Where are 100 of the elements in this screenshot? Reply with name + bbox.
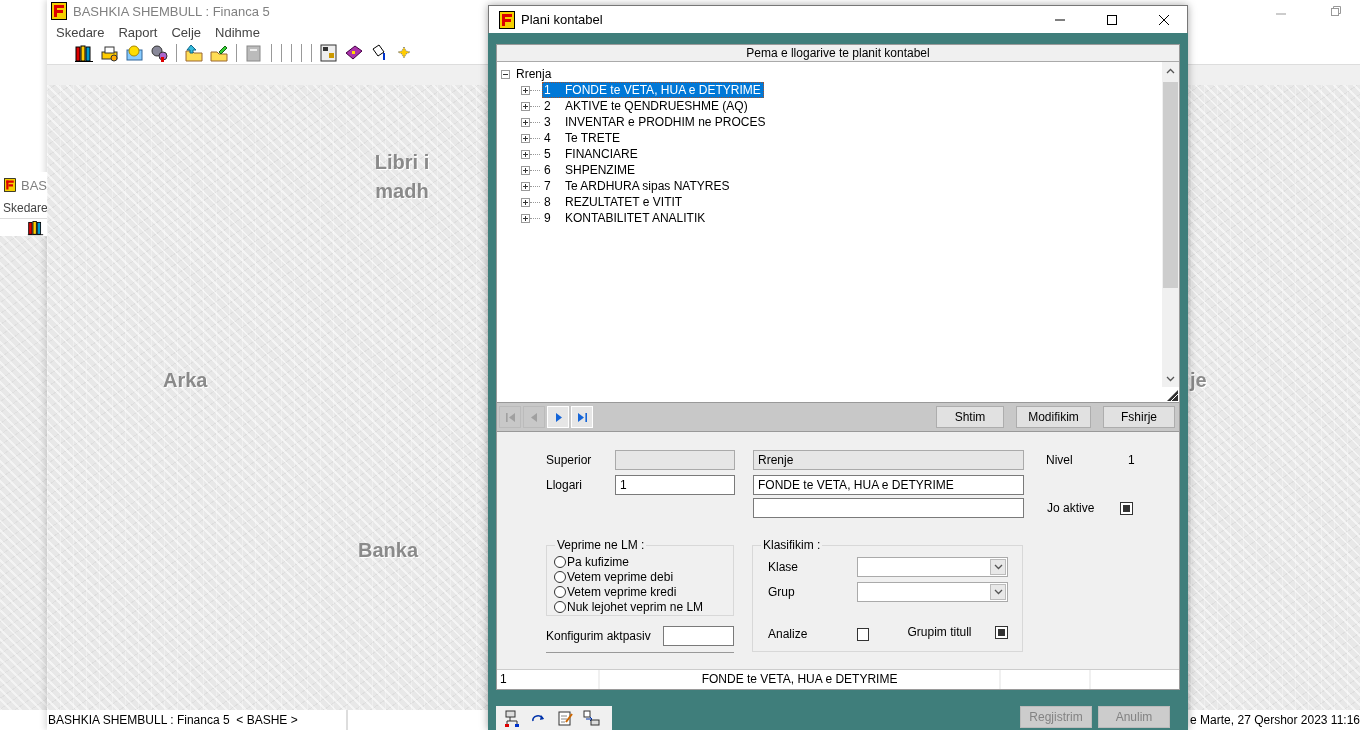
menu-item[interactable]: Ndihme	[208, 24, 267, 40]
chevron-down-icon	[993, 589, 1003, 595]
account-name: SHPENZIME	[565, 163, 635, 177]
app-logo-icon	[4, 176, 16, 194]
radio-button[interactable]	[554, 555, 566, 568]
level-value: 1	[1128, 453, 1135, 467]
field-label: Llogari	[546, 478, 584, 492]
account-code: 6	[544, 163, 552, 177]
account-name: Te TRETE	[565, 131, 621, 145]
account-name: FINANCIARE	[565, 147, 638, 161]
account-code: 7	[544, 179, 552, 193]
menu-item[interactable]: Raport	[111, 24, 165, 40]
radio-button[interactable]	[554, 585, 566, 598]
status-text: FONDE te VETA, HUA e DETYRIME	[599, 670, 1000, 689]
checkbox-label: Jo aktive	[1047, 501, 1096, 515]
network-icon[interactable]	[504, 709, 522, 727]
status-date-time: e Marte, 27 Qershor 2023 11:16	[1190, 713, 1360, 727]
radio-label: Vetem veprime debi	[567, 569, 674, 584]
input-field[interactable]: FONDE te VETA, HUA e DETYRIME	[753, 475, 1024, 495]
resize-grip-icon[interactable]	[1166, 389, 1179, 402]
tree-item[interactable]: 9 KONTABILITET ANALITIK	[542, 210, 709, 226]
account-code: 5	[544, 147, 552, 161]
account-name: FONDE te VETA, HUA e DETYRIME	[565, 83, 761, 97]
transfer-icon[interactable]	[582, 709, 600, 727]
tree-item[interactable]: Rrenja	[516, 67, 552, 81]
chevron-down-icon	[1166, 375, 1175, 382]
tree-item[interactable]: 6 SHPENZIME	[542, 162, 638, 178]
account-name: AKTIVE te QENDRUESHME (AQ)	[565, 99, 748, 113]
action-button[interactable]: Fshirje	[1103, 406, 1175, 428]
group-title: Klasifikim :	[761, 538, 823, 552]
tree-item[interactable]: 3 INVENTAR e PRODHIM ne PROCES	[542, 114, 769, 130]
document-icon[interactable]	[244, 43, 264, 63]
collapse-icon[interactable]	[501, 69, 510, 79]
input-field[interactable]	[615, 450, 735, 470]
field-label: Superior	[546, 453, 593, 467]
account-code: 1	[544, 83, 552, 97]
panel-header: Pema e llogarive te planit kontabel	[497, 45, 1179, 62]
folder-icon[interactable]	[184, 43, 204, 63]
window-title: BASHKIA SHEMBULL : Financa 5	[73, 3, 270, 19]
radio-label: Pa kufizime	[567, 554, 630, 569]
checkbox[interactable]	[1120, 501, 1133, 515]
checkbox-label: Grupim titull	[907, 625, 973, 639]
scrollbar-thumb[interactable]	[1163, 82, 1178, 288]
account-name: INVENTAR e PRODHIM ne PROCES	[565, 115, 766, 129]
input-field[interactable]	[753, 498, 1024, 518]
group-title: Veprime ne LM :	[555, 538, 647, 552]
tree-item[interactable]: 4 Te TRETE	[542, 130, 624, 146]
field-label: Klase	[768, 560, 800, 574]
expand-icon[interactable]	[521, 197, 530, 207]
coin-icon[interactable]	[124, 43, 144, 63]
first-record-icon	[504, 411, 516, 423]
account-code: 9	[544, 211, 552, 225]
checkbox[interactable]	[856, 627, 870, 641]
field-label: Konfigurim aktpasiv	[546, 629, 651, 643]
last-record-icon	[576, 411, 588, 423]
status-text: 1	[497, 670, 598, 689]
tree-item[interactable]: 7 Te ARDHURA sipas NATYRES	[542, 178, 733, 194]
status-text: BASHKIA SHEMBULL : Financa 5 < BASHE >	[47, 710, 348, 730]
expand-icon[interactable]	[521, 101, 530, 111]
radio-button[interactable]	[554, 600, 566, 613]
tree-item[interactable]: 1 FONDE te VETA, HUA e DETYRIME	[542, 82, 764, 98]
account-name: KONTABILITET ANALITIK	[565, 211, 706, 225]
menu-item[interactable]: Skedare	[3, 201, 47, 215]
expand-icon[interactable]	[521, 181, 530, 191]
account-code: 4	[544, 131, 552, 145]
expand-icon[interactable]	[521, 117, 530, 127]
tree-item[interactable]: 8 REZULTATET e VITIT	[542, 194, 686, 210]
field-label: Grup	[768, 585, 796, 599]
expand-icon[interactable]	[521, 133, 530, 143]
field-label: Nivel	[1046, 453, 1074, 467]
expand-icon[interactable]	[521, 213, 530, 223]
app-logo-icon	[499, 10, 515, 29]
maximize-icon[interactable]	[1106, 13, 1118, 26]
menu-item[interactable]: Skedare	[49, 24, 112, 40]
input-field[interactable]: 1	[615, 475, 735, 495]
account-name: Te ARDHURA sipas NATYRES	[565, 179, 730, 193]
account-code: 2	[544, 99, 552, 113]
tree-item[interactable]: 2 AKTIVE te QENDRUESHME (AQ)	[542, 98, 751, 114]
account-name: REZULTATET e VITIT	[565, 195, 683, 209]
previous-icon	[528, 411, 540, 423]
app-logo-icon	[51, 2, 67, 20]
action-button[interactable]: Shtim	[936, 406, 1004, 428]
tree-item[interactable]: 5 FINANCIARE	[542, 146, 641, 162]
books-icon[interactable]	[74, 43, 94, 63]
input-field[interactable]: Rrenje	[753, 450, 1024, 470]
radio-button[interactable]	[554, 570, 566, 583]
books-icon[interactable]	[27, 219, 44, 236]
expand-icon[interactable]	[521, 85, 530, 95]
close-icon[interactable]	[1158, 13, 1170, 26]
input-field[interactable]	[663, 626, 734, 646]
printer-icon[interactable]	[99, 43, 119, 63]
expand-icon[interactable]	[521, 165, 530, 175]
notepad-icon[interactable]	[556, 709, 574, 727]
restore-icon[interactable]	[1330, 5, 1342, 17]
checkbox-label: Analize	[768, 627, 809, 641]
action-button[interactable]: Modifikim	[1016, 406, 1091, 428]
folder-icon[interactable]	[209, 43, 229, 63]
expand-icon[interactable]	[521, 149, 530, 159]
checkbox[interactable]	[995, 625, 1008, 639]
menu-item[interactable]: Celje	[164, 24, 209, 40]
